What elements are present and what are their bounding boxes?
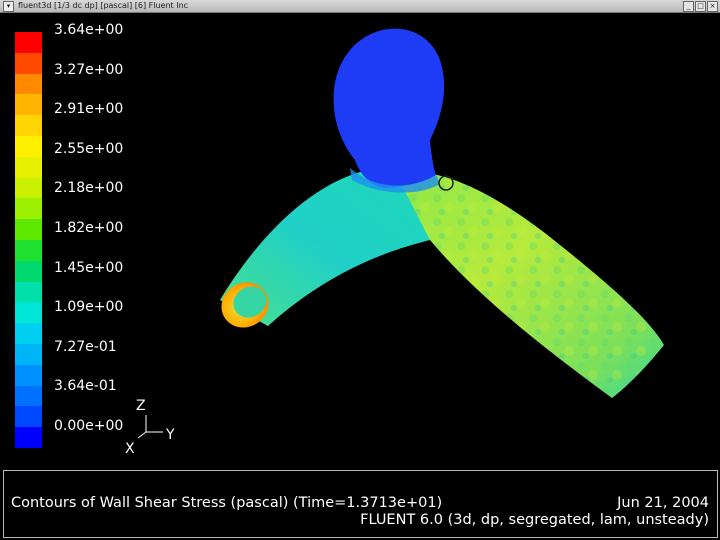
axis-y-label: Y (166, 427, 175, 443)
solver-info: FLUENT 6.0 (3d, dp, segregated, lam, uns… (360, 512, 709, 528)
axis-triad (137, 415, 163, 439)
axis-z-label: Z (136, 398, 146, 414)
plot-date: Jun 21, 2004 (617, 495, 709, 511)
caption-panel: Contours of Wall Shear Stress (pascal) (… (3, 470, 718, 538)
plot-title: Contours of Wall Shear Stress (pascal) (… (11, 495, 443, 511)
axis-x-label: X (125, 441, 135, 457)
